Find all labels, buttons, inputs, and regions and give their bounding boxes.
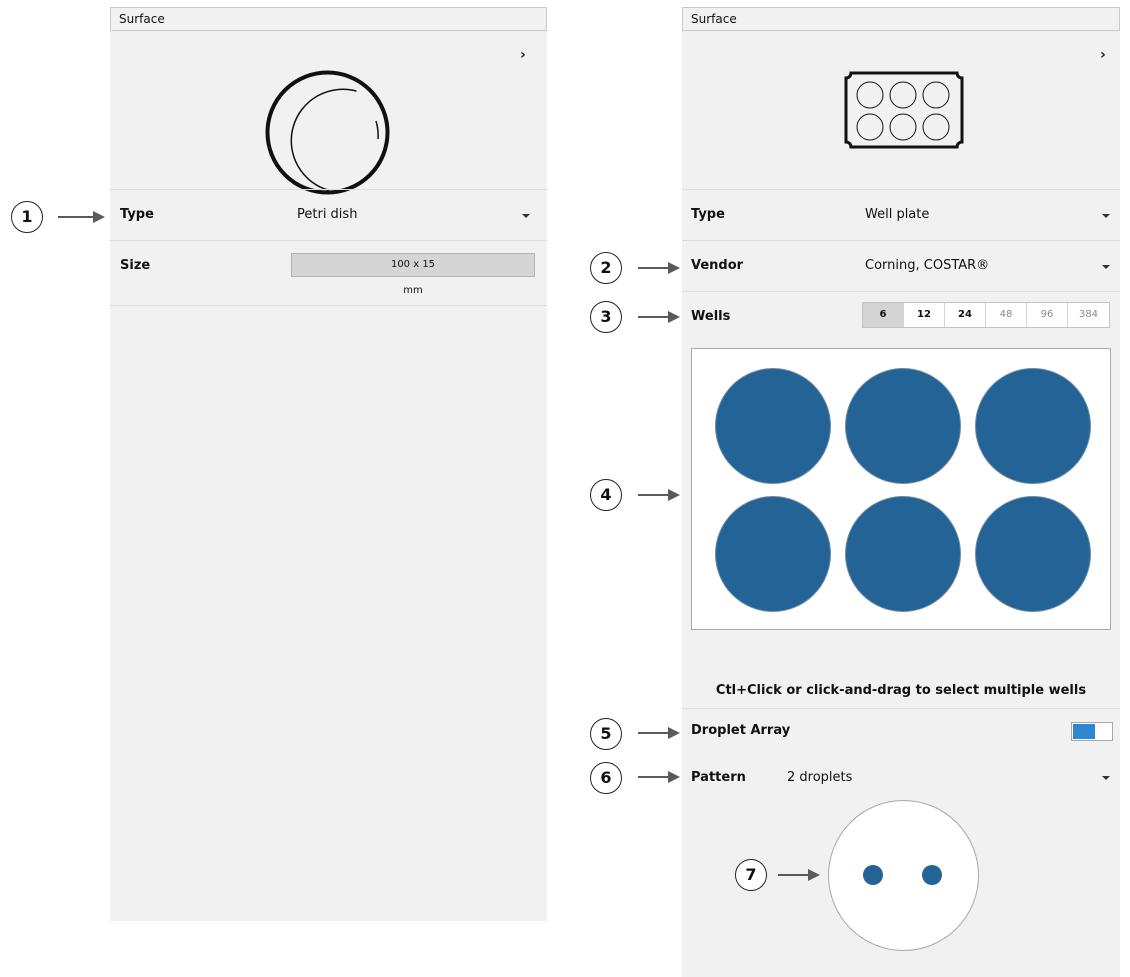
well-a3[interactable] bbox=[975, 368, 1091, 484]
chevron-right-icon[interactable]: › bbox=[520, 47, 526, 63]
type-select[interactable]: Petri dish bbox=[297, 207, 357, 222]
callout-arrow bbox=[638, 771, 680, 783]
vendor-label: Vendor bbox=[691, 258, 744, 273]
callout-7: 7 bbox=[735, 859, 767, 891]
panel-header: Surface bbox=[110, 7, 547, 31]
divider bbox=[682, 189, 1120, 190]
well-plate-icon bbox=[841, 70, 967, 150]
wells-label: Wells bbox=[691, 309, 731, 324]
petri-dish-icon bbox=[264, 69, 391, 196]
wells-segmented-control: 6 12 24 48 96 384 bbox=[862, 302, 1110, 328]
well-a1[interactable] bbox=[715, 368, 831, 484]
callout-3: 3 bbox=[590, 301, 622, 333]
callout-arrow bbox=[638, 727, 680, 739]
droplet bbox=[863, 865, 883, 885]
surface-panel-petri: Surface › Type Petri dish Size 100 x 15 … bbox=[110, 7, 547, 921]
wells-option-96[interactable]: 96 bbox=[1027, 303, 1068, 327]
type-select[interactable]: Well plate bbox=[865, 207, 929, 222]
size-unit: mm bbox=[403, 285, 423, 296]
callout-arrow bbox=[778, 869, 820, 881]
caret-down-icon[interactable] bbox=[522, 214, 530, 218]
wells-option-12[interactable]: 12 bbox=[904, 303, 945, 327]
divider bbox=[682, 240, 1120, 241]
divider bbox=[682, 291, 1120, 292]
callout-arrow bbox=[638, 262, 680, 274]
size-input[interactable]: 100 x 15 bbox=[291, 253, 535, 277]
surface-panel-wellplate: Surface › Type Well plate Vendor Corning… bbox=[682, 7, 1120, 977]
chevron-right-icon[interactable]: › bbox=[1100, 47, 1106, 63]
vendor-select[interactable]: Corning, COSTAR® bbox=[865, 258, 989, 273]
caret-down-icon[interactable] bbox=[1102, 776, 1110, 780]
type-label: Type bbox=[691, 207, 725, 222]
divider bbox=[110, 240, 547, 241]
wells-option-6[interactable]: 6 bbox=[863, 303, 904, 327]
well-b1[interactable] bbox=[715, 496, 831, 612]
well-b3[interactable] bbox=[975, 496, 1091, 612]
callout-4: 4 bbox=[590, 479, 622, 511]
callout-6: 6 bbox=[590, 762, 622, 794]
selection-hint: Ctl+Click or click-and-drag to select mu… bbox=[715, 683, 1087, 698]
callout-5: 5 bbox=[590, 718, 622, 750]
droplet-array-label: Droplet Array bbox=[691, 723, 791, 738]
wells-option-24[interactable]: 24 bbox=[945, 303, 986, 327]
type-label: Type bbox=[120, 207, 154, 222]
callout-2: 2 bbox=[590, 252, 622, 284]
caret-down-icon[interactable] bbox=[1102, 265, 1110, 269]
wells-option-384[interactable]: 384 bbox=[1068, 303, 1109, 327]
callout-arrow bbox=[638, 311, 680, 323]
well-b2[interactable] bbox=[845, 496, 961, 612]
pattern-select[interactable]: 2 droplets bbox=[787, 770, 852, 785]
size-label: Size bbox=[120, 258, 151, 273]
well-a2[interactable] bbox=[845, 368, 961, 484]
well-plate-map bbox=[691, 348, 1111, 630]
droplet-array-toggle[interactable] bbox=[1071, 722, 1113, 741]
callout-arrow bbox=[58, 211, 105, 223]
toggle-knob bbox=[1073, 724, 1095, 739]
callout-arrow bbox=[638, 489, 680, 501]
divider bbox=[110, 189, 547, 190]
callout-1: 1 bbox=[11, 201, 43, 233]
droplet-pattern-preview bbox=[828, 800, 979, 951]
pattern-label: Pattern bbox=[691, 770, 746, 785]
wells-option-48[interactable]: 48 bbox=[986, 303, 1027, 327]
panel-header: Surface bbox=[682, 7, 1120, 31]
divider bbox=[110, 305, 547, 306]
divider bbox=[682, 708, 1120, 709]
caret-down-icon[interactable] bbox=[1102, 214, 1110, 218]
droplet bbox=[922, 865, 942, 885]
